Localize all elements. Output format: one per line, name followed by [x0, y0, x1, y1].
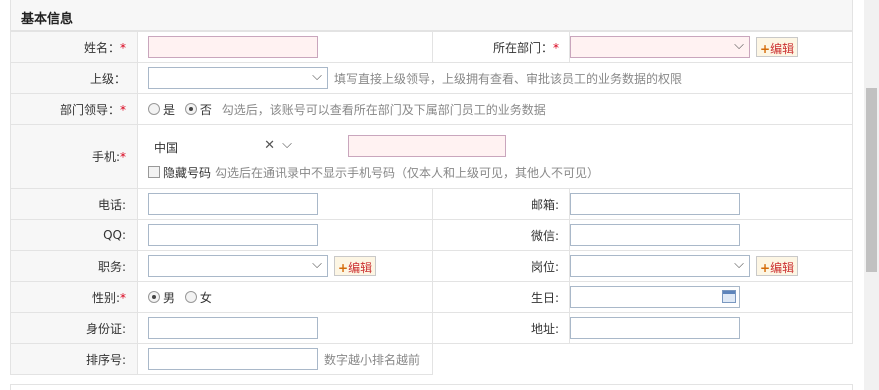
superior-hint: 填写直接上级领导，上级拥有查看、审批该员工的业务数据的权限: [334, 71, 683, 86]
leader-label: 部门领导：: [59, 102, 120, 117]
gender-label: 性别:: [91, 290, 120, 305]
scrollbar-thumb[interactable]: [866, 88, 877, 272]
birthday-input[interactable]: [570, 286, 740, 308]
row-title-post: 职务: ⌵ +编辑 岗位: ⌵ +编辑: [10, 250, 853, 282]
chevron-down-icon: ⌵: [734, 38, 744, 53]
phone-label: 电话:: [97, 197, 126, 212]
chevron-down-icon: ⌵: [282, 136, 292, 152]
mobile-input[interactable]: [347, 134, 506, 157]
leader-yes-radio[interactable]: [148, 103, 160, 115]
section-header: 基本信息: [10, 0, 853, 31]
email-input[interactable]: [570, 193, 740, 215]
title-edit-button[interactable]: +编辑: [334, 256, 377, 276]
row-name-dept: 姓名：* 所在部门：* ⌵ +编辑: [10, 31, 853, 63]
row-superior: 上级： ⌵ 填写直接上级领导，上级拥有查看、审批该员工的业务数据的权限: [10, 62, 853, 94]
mobile-label: 手机:: [91, 150, 120, 164]
hide-number-label: 隐藏号码: [163, 165, 212, 180]
title-select[interactable]: ⌵: [148, 255, 328, 277]
title-label: 职务:: [97, 259, 126, 274]
close-icon[interactable]: ✕: [264, 138, 275, 153]
next-section-box: [10, 384, 853, 390]
idcard-label: 身份证:: [85, 321, 126, 336]
basic-info-form: 姓名：* 所在部门：* ⌵ +编辑 上级： ⌵ 填写直接上级领导，上级拥有查看、审批…: [10, 31, 853, 375]
row-gender-birthday: 性别:* 男 女 生日:: [10, 281, 853, 313]
row-sort: 排序号: 数字越小排名越前: [10, 343, 853, 375]
sort-label: 排序号:: [85, 352, 126, 367]
qq-input[interactable]: [148, 224, 318, 246]
leader-no-radio[interactable]: [184, 103, 197, 115]
superior-label: 上级：: [89, 71, 126, 86]
country-select[interactable]: 中国 ✕ ⌵: [148, 134, 298, 157]
dept-label: 所在部门：: [492, 40, 553, 55]
email-label: 邮箱:: [530, 197, 559, 212]
wechat-label: 微信:: [530, 228, 559, 243]
section-title: 基本信息: [21, 12, 74, 27]
leader-hint: 勾选后，该账号可以查看所在部门及下属部门员工的业务数据: [221, 102, 546, 117]
chevron-down-icon: ⌵: [734, 257, 744, 272]
dept-edit-button[interactable]: +编辑: [756, 37, 799, 57]
post-select[interactable]: ⌵: [570, 255, 750, 277]
address-input[interactable]: [570, 317, 740, 339]
row-leader: 部门领导：* 是 否 勾选后，该账号可以查看所在部门及下属部门员工的业务数据: [10, 93, 853, 125]
name-label: 姓名：: [83, 40, 120, 55]
birthday-label: 生日:: [530, 290, 559, 305]
gender-male-radio[interactable]: [148, 291, 160, 303]
row-qq-wechat: QQ: 微信:: [10, 219, 853, 251]
hide-number-checkbox[interactable]: [148, 166, 160, 178]
name-input[interactable]: [148, 36, 318, 58]
sort-input[interactable]: [148, 348, 318, 370]
row-idcard-address: 身份证: 地址:: [10, 312, 853, 344]
hide-number-hint: 勾选后在通讯录中不显示手机号码（仅本人和上级可见，其他人不可见）: [215, 165, 600, 180]
address-label: 地址:: [530, 321, 559, 336]
idcard-input[interactable]: [148, 317, 318, 339]
superior-select[interactable]: ⌵: [148, 67, 328, 89]
qq-label: QQ:: [103, 228, 126, 242]
post-label: 岗位:: [530, 259, 559, 274]
chevron-down-icon: ⌵: [312, 69, 322, 84]
gender-female-radio[interactable]: [184, 291, 197, 303]
wechat-input[interactable]: [570, 224, 740, 246]
chevron-down-icon: ⌵: [312, 257, 322, 272]
post-edit-button[interactable]: +编辑: [756, 256, 799, 276]
dept-select[interactable]: ⌵: [570, 36, 750, 58]
row-mobile: 手机:* 中国 ✕ ⌵ 隐藏号码 勾选后在通讯录中不显示手机号码（仅本人和上级可见…: [10, 124, 853, 189]
row-phone-email: 电话: 邮箱:: [10, 188, 853, 220]
phone-input[interactable]: [148, 193, 318, 215]
sort-hint: 数字越小排名越前: [324, 352, 421, 367]
calendar-icon[interactable]: [722, 290, 736, 303]
